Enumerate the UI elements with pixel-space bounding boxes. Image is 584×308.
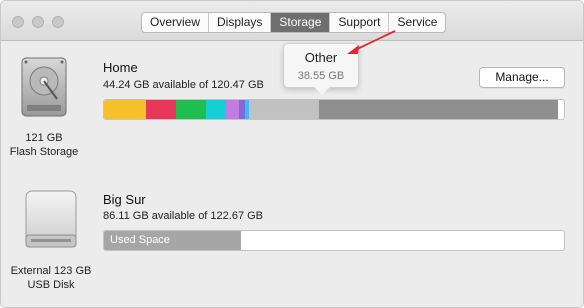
zoom-icon[interactable] (52, 16, 64, 28)
storage-segment-mail[interactable] (226, 100, 240, 119)
home-storage-bar[interactable] (103, 99, 565, 120)
hard-drive-icon (21, 57, 67, 117)
tab-storage[interactable]: Storage (271, 13, 331, 32)
external-drive-type: USB Disk (27, 279, 75, 291)
bigsur-volume-available: 86.11 GB available of 122.67 GB (103, 210, 264, 222)
storage-segment-other[interactable] (318, 100, 558, 119)
manage-button[interactable]: Manage... (479, 67, 565, 88)
used-space-segment[interactable]: Used Space (104, 231, 242, 250)
storage-segment-documents[interactable] (145, 100, 176, 119)
home-drive-caption: 121 GB Flash Storage (9, 131, 79, 159)
storage-segment-purgeable[interactable] (248, 100, 319, 119)
tooltip-pointer (314, 87, 330, 95)
external-drive-capacity: External 123 GB (10, 265, 92, 277)
title-bar: Overview Displays Storage Support Servic… (1, 1, 583, 41)
minimize-icon[interactable] (32, 16, 44, 28)
used-space-label: Used Space (110, 234, 170, 246)
storage-panel: 121 GB Flash Storage Home 44.24 GB avail… (1, 42, 583, 307)
annotation-arrow-icon (347, 30, 396, 54)
home-drive-type: Flash Storage (9, 146, 79, 158)
tab-displays[interactable]: Displays (209, 13, 272, 32)
close-icon[interactable] (12, 16, 24, 28)
tab-overview[interactable]: Overview (142, 13, 210, 32)
bigsur-storage-bar[interactable]: Used Space (103, 230, 565, 251)
home-volume-available: 44.24 GB available of 120.47 GB (103, 79, 264, 91)
external-disk-icon (25, 190, 77, 248)
bigsur-volume-name: Big Sur (103, 192, 146, 207)
storage-segment-apps[interactable] (104, 100, 146, 119)
home-volume-name: Home (103, 60, 138, 75)
storage-segment-photos[interactable] (175, 100, 206, 119)
tooltip-value: 38.55 GB (297, 70, 345, 82)
home-drive-capacity: 121 GB (25, 132, 63, 144)
system-information-window: Overview Displays Storage Support Servic… (0, 0, 584, 308)
external-drive-caption: External 123 GB USB Disk (5, 264, 97, 292)
storage-segment-music[interactable] (205, 100, 227, 119)
